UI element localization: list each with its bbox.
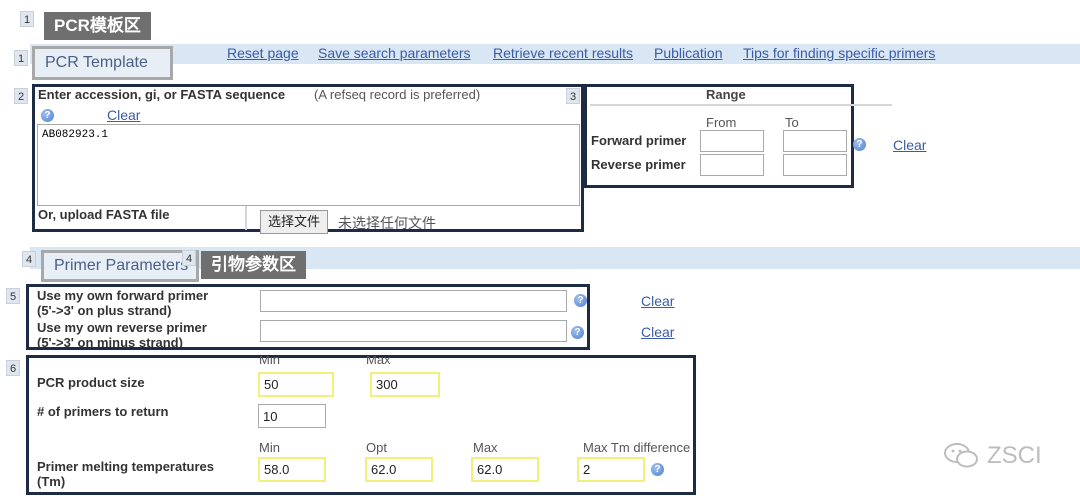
template-clear-link[interactable]: Clear [107, 107, 140, 123]
own-reverse-sub: (5'->3' on minus strand) [37, 335, 183, 347]
template-note: (A refseq record is preferred) [314, 87, 481, 102]
badge-6: 6 [6, 360, 20, 376]
product-max-label: Max [366, 356, 391, 366]
tab-pcr-template[interactable]: PCR Template [32, 46, 173, 80]
help-icon[interactable]: ? [853, 138, 866, 151]
badge-3: 3 [566, 88, 580, 104]
own-forward-clear-link[interactable]: Clear [641, 293, 674, 309]
upload-label: Or, upload FASTA file [38, 207, 170, 222]
reverse-from-input[interactable] [700, 154, 764, 176]
own-forward-sub: (5'->3' on plus strand) [37, 303, 172, 318]
badge-2: 2 [14, 88, 28, 104]
help-icon[interactable]: ? [41, 109, 54, 122]
reverse-primer-label: Reverse primer [591, 157, 686, 172]
tm-diff-label: Max Tm difference [583, 440, 691, 455]
product-size-min-input[interactable] [258, 372, 334, 397]
own-reverse-primer-input[interactable] [260, 320, 567, 342]
forward-primer-label: Forward primer [591, 133, 687, 148]
num-primers-label: # of primers to return [37, 404, 169, 419]
product-size-max-input[interactable] [370, 372, 440, 397]
tm-label-unit: (Tm) [37, 474, 66, 489]
help-icon[interactable]: ? [571, 326, 584, 339]
own-forward-primer-input[interactable] [260, 290, 567, 312]
retrieve-recent-results-link[interactable]: Retrieve recent results [493, 45, 633, 61]
reverse-to-input[interactable] [783, 154, 847, 176]
range-title: Range [706, 87, 746, 102]
range-clear-link[interactable]: Clear [893, 137, 926, 153]
own-reverse-clear-link[interactable]: Clear [641, 324, 674, 340]
num-primers-input[interactable] [258, 404, 326, 428]
forward-to-input[interactable] [783, 130, 847, 152]
tm-opt-input[interactable] [365, 457, 433, 482]
sequence-textarea[interactable]: AB082923.1 [37, 124, 580, 206]
range-divider [590, 104, 892, 106]
save-search-parameters-link[interactable]: Save search parameters [318, 45, 471, 61]
upload-divider [245, 206, 247, 230]
tm-min-input[interactable] [258, 457, 326, 482]
tm-max-label: Max [473, 440, 498, 455]
wechat-icon [944, 443, 978, 468]
tab-primer-parameters[interactable]: Primer Parameters [41, 250, 199, 282]
template-area-callout: PCR模板区 [44, 12, 151, 40]
choose-file-button[interactable]: 选择文件 [260, 210, 329, 234]
badge-1: 1 [20, 11, 34, 27]
template-heading: Enter accession, gi, or FASTA sequence [38, 87, 286, 102]
primer-area-callout: 引物参数区 [201, 251, 306, 279]
publication-link[interactable]: Publication [654, 45, 723, 61]
help-icon[interactable]: ? [574, 294, 587, 307]
own-forward-label: Use my own forward primer [37, 288, 209, 303]
tips-link[interactable]: Tips for finding specific primers [743, 45, 935, 61]
tm-label: Primer melting temperatures [37, 459, 215, 474]
watermark-text: ZSCI [987, 442, 1042, 469]
product-min-label: Min [259, 356, 280, 366]
help-icon[interactable]: ? [651, 463, 664, 476]
range-from-label: From [706, 115, 737, 130]
tm-opt-label: Opt [366, 440, 387, 455]
file-status: 未选择任何文件 [338, 215, 436, 231]
forward-from-input[interactable] [700, 130, 764, 152]
range-to-label: To [785, 115, 799, 130]
tm-max-input[interactable] [471, 457, 539, 482]
reset-page-link[interactable]: Reset page [227, 45, 299, 61]
own-reverse-label: Use my own reverse primer [37, 320, 207, 335]
badge-4: 4 [22, 251, 36, 267]
badge-4b: 4 [182, 250, 196, 266]
tm-diff-input[interactable] [577, 457, 645, 482]
tm-min-label: Min [259, 440, 280, 455]
badge-1b: 1 [14, 50, 28, 66]
badge-5: 5 [6, 288, 20, 304]
product-size-label: PCR product size [37, 375, 145, 390]
